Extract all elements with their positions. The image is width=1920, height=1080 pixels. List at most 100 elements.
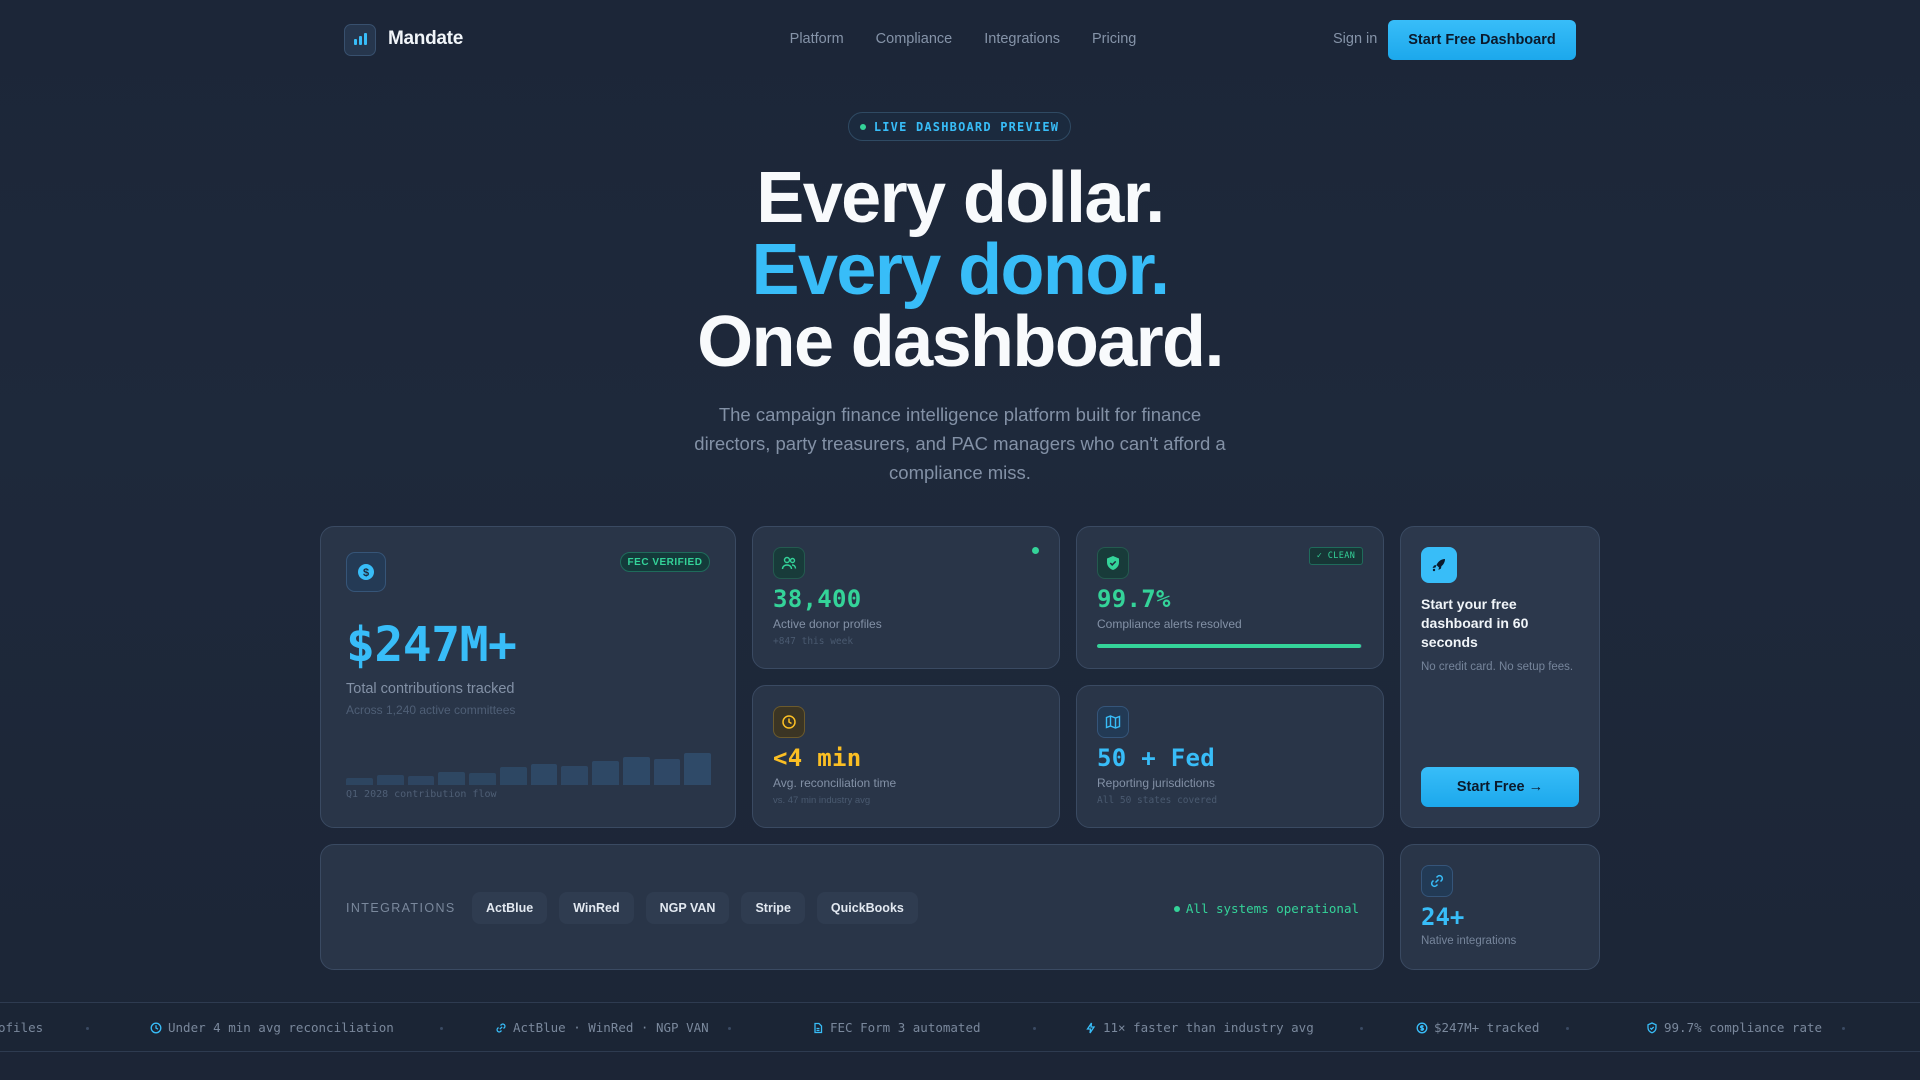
contributions-sublabel: Across 1,240 active committees: [346, 703, 516, 717]
map-icon: [1097, 706, 1129, 738]
ticker-separator: [1360, 1027, 1363, 1030]
native-integrations-label: Native integrations: [1421, 935, 1517, 947]
dollar-icon: $: [346, 552, 386, 592]
integration-chip-ngp-van[interactable]: NGP VAN: [645, 892, 730, 924]
ticker-text: FEC Form 3 automated: [830, 1020, 981, 1035]
live-status-dot-icon: [1032, 547, 1039, 554]
ticker-separator: [1566, 1027, 1569, 1030]
link-icon: [1421, 865, 1453, 897]
lightning-icon: [1086, 1022, 1096, 1033]
contribution-bar: [469, 773, 496, 785]
link-icon: [496, 1023, 506, 1032]
live-preview-label: LIVE DASHBOARD PREVIEW: [873, 119, 1060, 134]
start-free-card: Start your free dashboard in 60 seconds …: [1400, 526, 1600, 828]
shield-check-icon: [1097, 547, 1129, 579]
stats-ticker: ofiles Under 4 min avg reconciliation Ac…: [0, 1002, 1920, 1052]
integrations-card: INTEGRATIONS ActBlue WinRed NGP VAN Stri…: [320, 844, 1384, 970]
contribution-flow-bars: [346, 749, 711, 785]
start-free-description: No credit card. No setup fees.: [1421, 661, 1574, 673]
start-free-button[interactable]: Start Free →: [1421, 767, 1579, 807]
ticker-item: $247M+ tracked: [1416, 1020, 1539, 1035]
svg-text:$: $: [363, 567, 369, 579]
integration-chip-actblue[interactable]: ActBlue: [472, 892, 548, 924]
reconciliation-label: Avg. reconciliation time: [773, 776, 897, 790]
hero-title-line-2: Every donor.: [751, 230, 1171, 310]
jurisdictions-label: Reporting jurisdictions: [1097, 776, 1216, 790]
compliance-label: Compliance alerts resolved: [1097, 617, 1242, 631]
reconciliation-sublabel: vs. 47 min industry avg: [773, 795, 871, 806]
contribution-bar: [561, 766, 588, 785]
contribution-bar: [346, 778, 373, 785]
ticker-separator: [1842, 1027, 1845, 1030]
compliance-value: 99.7%: [1097, 585, 1171, 613]
dollar-icon: [1416, 1022, 1428, 1033]
ticker-item: ofiles: [0, 1020, 43, 1035]
contributions-label: Total contributions tracked: [346, 681, 515, 697]
donors-label: Active donor profiles: [773, 617, 882, 631]
contributions-value: $247M+: [346, 617, 517, 673]
integrations-label: INTEGRATIONS: [346, 901, 456, 915]
contribution-bar: [376, 775, 404, 785]
contribution-bar: [592, 761, 619, 785]
integration-chip-stripe[interactable]: Stripe: [741, 892, 805, 924]
ticker-text: 11× faster than industry avg: [1103, 1020, 1314, 1035]
contribution-flow-caption: Q1 2028 contribution flow: [346, 789, 497, 800]
sign-in-link[interactable]: Sign in: [1333, 31, 1377, 47]
fec-verified-badge: FEC VERIFIED: [620, 552, 710, 572]
jurisdictions-card: 50 + Fed Reporting jurisdictions All 50 …: [1076, 685, 1384, 828]
jurisdictions-sublabel: All 50 states covered: [1097, 795, 1218, 806]
nav-link-platform[interactable]: Platform: [790, 31, 844, 47]
nav-link-compliance[interactable]: Compliance: [876, 31, 953, 47]
donors-value: 38,400: [773, 585, 862, 613]
hero-title-line-1: Every dollar.: [756, 158, 1165, 238]
users-icon: [773, 547, 805, 579]
contribution-bar: [407, 776, 435, 785]
rocket-icon: [1421, 547, 1457, 583]
contribution-bar: [438, 772, 465, 785]
document-icon: [814, 1022, 823, 1033]
system-status: All systems operational: [1173, 901, 1359, 916]
status-dot-icon: [1173, 905, 1180, 912]
live-dot-icon: [859, 123, 866, 130]
compliance-progress-fill: [1097, 644, 1362, 648]
ticker-item: Under 4 min avg reconciliation: [150, 1020, 394, 1035]
compliance-progress-bar: [1097, 644, 1362, 648]
native-integrations-value: 24+: [1421, 903, 1465, 931]
ticker-text: ActBlue · WinRed · NGP VAN: [513, 1020, 709, 1035]
compliance-card: ✓ CLEAN 99.7% Compliance alerts resolved: [1076, 526, 1384, 669]
ticker-text: 99.7% compliance rate: [1664, 1020, 1823, 1035]
contribution-bar: [530, 764, 558, 785]
ticker-item: 99.7% compliance rate: [1646, 1020, 1822, 1035]
integration-chip-quickbooks[interactable]: QuickBooks: [816, 892, 918, 924]
ticker-item: ActBlue · WinRed · NGP VAN: [495, 1020, 709, 1035]
clock-icon: [773, 706, 805, 738]
integration-chips: ActBlue WinRed NGP VAN Stripe QuickBooks: [472, 892, 918, 924]
ticker-text: ofiles: [0, 1020, 44, 1035]
nav-link-integrations[interactable]: Integrations: [984, 31, 1060, 47]
nav-links: Platform Compliance Integrations Pricing: [0, 31, 1920, 47]
system-status-text: All systems operational: [1185, 901, 1359, 916]
ticker-text: Under 4 min avg reconciliation: [168, 1020, 394, 1035]
ticker-separator: [1033, 1027, 1036, 1030]
reconciliation-card: <4 min Avg. reconciliation time vs. 47 m…: [752, 685, 1060, 828]
contribution-bar: [499, 767, 527, 785]
reconciliation-value: <4 min: [773, 744, 862, 772]
native-integrations-card: 24+ Native integrations: [1400, 844, 1600, 970]
clock-icon: [150, 1022, 162, 1033]
ticker-separator: [440, 1027, 443, 1030]
top-nav: Mandate Platform Compliance Integrations…: [0, 0, 1920, 80]
hero-subtitle: The campaign finance intelligence platfo…: [694, 404, 1226, 483]
contribution-bar: [622, 757, 650, 785]
ticker-separator: [86, 1027, 89, 1030]
start-free-dashboard-button[interactable]: Start Free Dashboard: [1388, 20, 1576, 60]
nav-link-pricing[interactable]: Pricing: [1092, 31, 1136, 47]
ticker-separator: [728, 1027, 731, 1030]
hero-title-line-3: One dashboard.: [697, 302, 1224, 382]
contribution-bar: [684, 753, 711, 785]
clean-badge: ✓ CLEAN: [1309, 547, 1363, 565]
integration-chip-winred[interactable]: WinRed: [559, 892, 634, 924]
ticker-item: 11× faster than industry avg: [1085, 1020, 1314, 1035]
contributions-card: $ FEC VERIFIED $247M+ Total contribution…: [320, 526, 736, 828]
jurisdictions-value: 50 + Fed: [1097, 744, 1215, 772]
ticker-item: FEC Form 3 automated: [812, 1020, 981, 1035]
